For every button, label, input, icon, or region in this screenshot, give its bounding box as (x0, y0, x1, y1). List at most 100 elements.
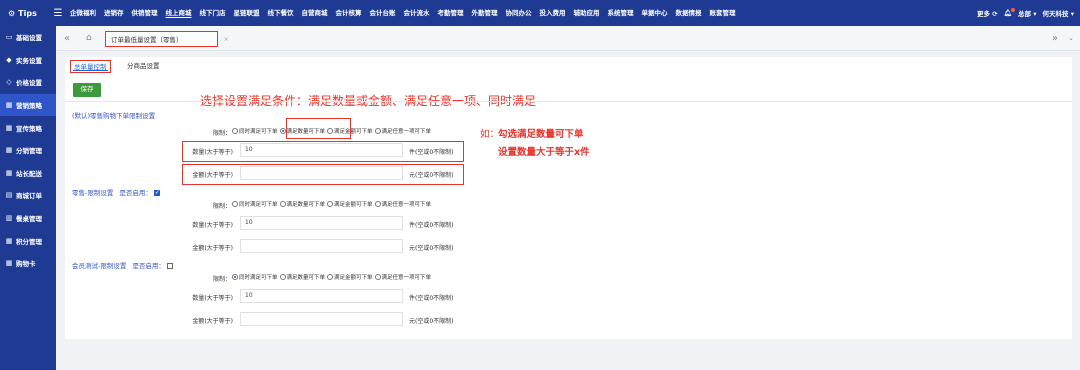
nav-item[interactable]: 线上商城 (162, 0, 196, 26)
subtab-total-control[interactable]: 总单量控制 (70, 60, 111, 73)
more-menu[interactable]: 更多 ⟳ (977, 8, 998, 18)
nav-item[interactable]: 线下餐饮 (264, 0, 298, 26)
main-nav: 企微福利 进销存 供销管理 线上商城 线下门店 星链联盟 线下餐饮 自营商城 会计核算 会计台账会… (66, 0, 740, 26)
sidebar-item[interactable]: ◆ 实务设置 (0, 49, 56, 72)
radio-button[interactable] (232, 274, 238, 280)
enable-checkbox[interactable] (166, 263, 173, 269)
nav-item[interactable]: 外勤管理 (468, 0, 502, 26)
highlight-qty-box (182, 141, 464, 162)
radio-option[interactable]: 同时满足可下单 (232, 127, 278, 135)
nav-item[interactable]: 辅助应用 (570, 0, 604, 26)
tab-label: 订单最低量设置（零售） (111, 36, 183, 44)
radio-option[interactable]: 满足任意一项可下单 (374, 200, 431, 208)
nav-item[interactable]: 会计流水 (400, 0, 434, 26)
section-title: (默认)零售购物下单限制设置 (72, 110, 155, 120)
radio-option[interactable]: 满足数量可下单 (279, 200, 326, 208)
amt-unit: 元(空或0不限制) (409, 245, 454, 252)
sidebar-item[interactable]: ▦ 积分管理 (0, 229, 56, 252)
amt-input[interactable] (240, 312, 403, 326)
enable-checkbox[interactable] (153, 189, 160, 196)
enable-label: 是否启用： (132, 262, 165, 270)
nav-item[interactable]: 会计核算 (332, 0, 366, 26)
qty-input[interactable]: 10 (240, 216, 403, 230)
home-icon[interactable]: ⌂ (86, 26, 92, 51)
sidebar-item[interactable]: ▦ 购物卡 (0, 252, 56, 275)
sidebar-item-label: 商城订单 (16, 192, 42, 201)
radio-button[interactable] (374, 201, 381, 207)
radio-button[interactable] (279, 274, 286, 280)
sidebar-item[interactable]: ▦ 宣传策略 (0, 116, 56, 139)
nav-item[interactable]: 协同办公 (502, 0, 536, 26)
sidebar-item[interactable]: ▦ 分销管理 (0, 139, 56, 162)
sidebar-item[interactable]: ▥ 餐桌管理 (0, 207, 56, 230)
nav-item[interactable]: 星链联盟 (230, 0, 264, 26)
sidebar: ▭ 基础设置 ◆ 实务设置 ◇ 价格设置 ▦ 营销策略 ▦ 宣传策略 ▦ 分销管理 ▦ 站长配送 ▤ 商城订单… (0, 26, 56, 370)
radio-button[interactable] (279, 201, 286, 207)
user-menu[interactable]: 总部 ▾ (1018, 8, 1037, 18)
nav-item[interactable]: 单据中心 (638, 0, 672, 26)
nav-item[interactable]: 企微福利 (66, 0, 100, 26)
radio-option[interactable]: 同时满足可下单 (232, 200, 278, 208)
radio-option[interactable]: 满足任意一项可下单 (374, 127, 431, 135)
amt-input[interactable] (240, 239, 403, 253)
radio-option[interactable]: 满足金额可下单 (327, 273, 373, 281)
menu-toggle-icon[interactable]: ☰ (50, 8, 66, 19)
window-icon: ▭ (5, 33, 13, 42)
nav-item[interactable]: 进销存 (100, 0, 128, 26)
radio-label: 满足金额可下单 (334, 275, 373, 281)
top-nav-bar: ⚙ Tips ☰ 企微福利 进销存 供销管理 线上商城 线下门店 星链联盟 线下餐饮 自营商城会… (0, 0, 1080, 26)
sidebar-item[interactable]: ▤ 商城订单 (0, 184, 56, 207)
highlight-amt-box (182, 164, 464, 185)
nav-item[interactable]: 账套管理 (706, 0, 740, 26)
radio-option[interactable]: 满足任意一项可下单 (374, 273, 431, 281)
sidebar-item[interactable]: ▦ 站长配送 (0, 162, 56, 185)
radio-option[interactable]: 满足数量可下单 (279, 273, 326, 281)
save-button[interactable]: 保存 (73, 83, 101, 97)
nav-item[interactable]: 线下门店 (196, 0, 230, 26)
nav-item[interactable]: 会计台账 (366, 0, 400, 26)
radio-button[interactable] (327, 201, 334, 207)
nav-item[interactable]: 自营商城 (298, 0, 332, 26)
nav-item[interactable]: 投入费用 (536, 0, 570, 26)
radio-option[interactable]: 满足金额可下单 (327, 200, 373, 208)
subtab-per-product[interactable]: 分商品设置 (127, 60, 160, 73)
section-title-text: 零售-限制设置 (72, 189, 114, 197)
qty-input[interactable]: 10 (240, 289, 403, 303)
chevron-down-icon[interactable]: ⌄ (1068, 26, 1074, 51)
tab-order-min-setting[interactable]: 订单最低量设置（零售） × (105, 31, 229, 47)
brand[interactable]: ⚙ Tips (0, 9, 50, 18)
radio-button[interactable] (279, 128, 286, 134)
nav-item[interactable]: 系统管理 (604, 0, 638, 26)
bell-icon[interactable]: 🔔︎ (1004, 8, 1015, 17)
nav-item[interactable]: 供销管理 (128, 0, 162, 26)
company-menu[interactable]: 何天科技 ▾ (1042, 8, 1074, 18)
sidebar-item[interactable]: ▦ 营销策略 (0, 93, 56, 117)
tabs-next-icon[interactable]: » (1052, 26, 1058, 51)
highlight-radio-box (286, 118, 351, 139)
close-icon[interactable]: × (224, 35, 229, 43)
radio-button[interactable] (232, 128, 238, 134)
qty-unit: 件(空或0不限制) (409, 295, 454, 302)
chart-icon: ▦ (5, 236, 13, 245)
radio-label: 满足数量可下单 (286, 275, 326, 281)
tabs-prev-icon[interactable]: « (64, 26, 70, 51)
chart-icon: ▦ (5, 168, 13, 177)
radio-button[interactable] (232, 201, 238, 207)
amt-label: 金额(大于等于) (192, 318, 233, 325)
company-label: 何天科技 (1042, 10, 1069, 18)
qty-label: 数量(大于等于) (192, 222, 233, 229)
sidebar-item[interactable]: ◇ 价格设置 (0, 71, 56, 94)
nav-item[interactable]: 数据情报 (672, 0, 706, 26)
radio-button[interactable] (327, 274, 334, 280)
nav-item[interactable]: 考勤管理 (434, 0, 468, 26)
gear-icon: ⚙ (8, 8, 16, 18)
radio-button[interactable] (374, 128, 381, 134)
radio-label: 满足数量可下单 (286, 202, 326, 208)
radio-option[interactable]: 同时满足可下单 (232, 273, 278, 281)
amt-label: 金额(大于等于) (192, 245, 233, 252)
sidebar-item[interactable]: ▭ 基础设置 (0, 26, 56, 49)
table-icon: ▥ (5, 214, 13, 223)
chart-icon: ▦ (5, 101, 13, 110)
radio-button[interactable] (374, 274, 381, 280)
content-panel: 总单量控制 分商品设置 保存 选择设置满足条件：满足数量或金额、满足任意一项、同… (65, 57, 1072, 339)
